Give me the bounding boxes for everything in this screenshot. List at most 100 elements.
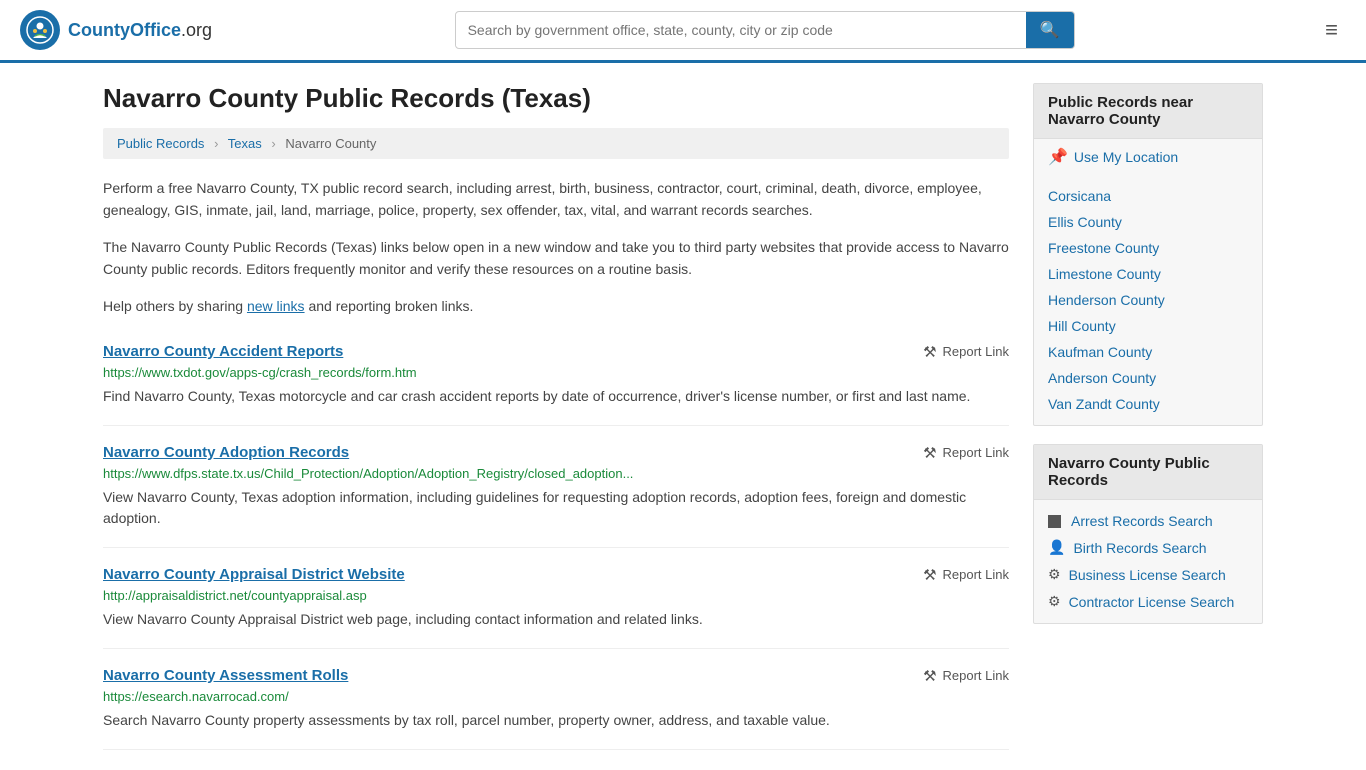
report-link-button[interactable]: ⚒ Report Link bbox=[923, 444, 1009, 462]
sidebar-nearby-link[interactable]: Corsicana bbox=[1048, 188, 1111, 204]
report-link-label: Report Link bbox=[943, 567, 1009, 582]
main-layout: Navarro County Public Records (Texas) Pu… bbox=[83, 63, 1283, 770]
record-header: Navarro County Accident Reports ⚒ Report… bbox=[103, 343, 1009, 361]
new-links-link[interactable]: new links bbox=[247, 298, 305, 314]
record-desc: View Navarro County Appraisal District w… bbox=[103, 609, 1009, 630]
logo-icon bbox=[20, 10, 60, 50]
breadcrumb-texas[interactable]: Texas bbox=[228, 136, 262, 151]
navarro-records-title: Navarro County Public Records bbox=[1034, 445, 1262, 500]
record-title-link[interactable]: Navarro County Assessment Rolls bbox=[103, 667, 348, 684]
breadcrumb-sep-1: › bbox=[214, 136, 218, 151]
logo-text: CountyOffice.org bbox=[68, 20, 212, 41]
record-item: Navarro County Appraisal District Websit… bbox=[103, 548, 1009, 649]
record-url: https://esearch.navarrocad.com/ bbox=[103, 689, 1009, 704]
breadcrumb: Public Records › Texas › Navarro County bbox=[103, 128, 1009, 159]
record-desc: Search Navarro County property assessmen… bbox=[103, 710, 1009, 731]
sidebar-record-link[interactable]: Contractor License Search bbox=[1069, 594, 1235, 610]
report-link-button[interactable]: ⚒ Report Link bbox=[923, 667, 1009, 685]
sidebar-nearby-link[interactable]: Ellis County bbox=[1048, 214, 1122, 230]
sidebar-nearby-link[interactable]: Anderson County bbox=[1048, 370, 1156, 386]
sidebar-nearby-item: Anderson County bbox=[1034, 365, 1262, 391]
logo-org: .org bbox=[181, 20, 212, 40]
page-title: Navarro County Public Records (Texas) bbox=[103, 83, 1009, 114]
search-icon: 🔍 bbox=[1040, 22, 1060, 39]
sidebar-record-item: ⚙ Business License Search bbox=[1034, 561, 1262, 588]
breadcrumb-public-records[interactable]: Public Records bbox=[117, 136, 204, 151]
logo-brand: CountyOffice bbox=[68, 20, 181, 40]
nearby-list: Corsicana Ellis County Freestone County Lim… bbox=[1034, 175, 1262, 425]
intro-text-1: Perform a free Navarro County, TX public… bbox=[103, 177, 1009, 222]
sidebar-nearby-item: Henderson County bbox=[1034, 287, 1262, 313]
header: CountyOffice.org 🔍 ≡ bbox=[0, 0, 1366, 63]
square-icon bbox=[1048, 515, 1061, 528]
record-title-link[interactable]: Navarro County Accident Reports bbox=[103, 343, 343, 360]
sidebar-nearby-item: Ellis County bbox=[1034, 209, 1262, 235]
person-icon: 👤 bbox=[1048, 539, 1065, 556]
record-title-link[interactable]: Navarro County Appraisal District Websit… bbox=[103, 566, 405, 583]
record-item: Navarro County Accident Reports ⚒ Report… bbox=[103, 325, 1009, 426]
sidebar-nearby-link[interactable]: Limestone County bbox=[1048, 266, 1161, 282]
sidebar-nearby-item: Van Zandt County bbox=[1034, 391, 1262, 417]
sidebar-nearby-item: Freestone County bbox=[1034, 235, 1262, 261]
sidebar-nearby-item: Hill County bbox=[1034, 313, 1262, 339]
breadcrumb-sep-2: › bbox=[271, 136, 275, 151]
report-icon: ⚒ bbox=[923, 566, 936, 584]
navarro-records-section: Navarro County Public Records Arrest Rec… bbox=[1033, 444, 1263, 624]
sidebar-nearby-link[interactable]: Hill County bbox=[1048, 318, 1116, 334]
sidebar-nearby-item: Corsicana bbox=[1034, 183, 1262, 209]
gear-icon: ⚙ bbox=[1048, 566, 1061, 583]
logo-svg bbox=[26, 16, 54, 44]
navarro-records-list: Arrest Records Search 👤 Birth Records Sear… bbox=[1034, 500, 1262, 623]
sidebar-record-item: Arrest Records Search bbox=[1034, 508, 1262, 534]
sidebar-record-item: 👤 Birth Records Search bbox=[1034, 534, 1262, 561]
location-pin-icon: 📌 bbox=[1048, 147, 1068, 167]
report-link-button[interactable]: ⚒ Report Link bbox=[923, 566, 1009, 584]
search-bar-area: 🔍 bbox=[455, 11, 1075, 49]
search-button[interactable]: 🔍 bbox=[1026, 12, 1074, 48]
intro3-suffix: and reporting broken links. bbox=[305, 298, 474, 314]
record-url: http://appraisaldistrict.net/countyappra… bbox=[103, 588, 1009, 603]
right-sidebar: Public Records near Navarro County 📌 Use… bbox=[1033, 83, 1263, 750]
sidebar-record-link[interactable]: Arrest Records Search bbox=[1071, 513, 1213, 529]
record-item: Navarro County Assessment Rolls ⚒ Report… bbox=[103, 649, 1009, 750]
report-icon: ⚒ bbox=[923, 343, 936, 361]
record-url: https://www.txdot.gov/apps-cg/crash_reco… bbox=[103, 365, 1009, 380]
gear-icon: ⚙ bbox=[1048, 593, 1061, 610]
breadcrumb-navarro: Navarro County bbox=[285, 136, 376, 151]
record-header: Navarro County Adoption Records ⚒ Report… bbox=[103, 444, 1009, 462]
intro-text-2: The Navarro County Public Records (Texas… bbox=[103, 236, 1009, 281]
sidebar-record-link[interactable]: Business License Search bbox=[1069, 567, 1226, 583]
sidebar-nearby-link[interactable]: Henderson County bbox=[1048, 292, 1165, 308]
use-location-label: Use My Location bbox=[1074, 149, 1178, 165]
report-icon: ⚒ bbox=[923, 667, 936, 685]
records-list: Navarro County Accident Reports ⚒ Report… bbox=[103, 325, 1009, 750]
left-content: Navarro County Public Records (Texas) Pu… bbox=[103, 83, 1009, 750]
use-location-button[interactable]: 📌 Use My Location bbox=[1034, 139, 1262, 175]
report-link-button[interactable]: ⚒ Report Link bbox=[923, 343, 1009, 361]
record-desc: Find Navarro County, Texas motorcycle an… bbox=[103, 386, 1009, 407]
record-desc: View Navarro County, Texas adoption info… bbox=[103, 487, 1009, 529]
logo-area: CountyOffice.org bbox=[20, 10, 212, 50]
intro3-prefix: Help others by sharing bbox=[103, 298, 247, 314]
intro-text-3: Help others by sharing new links and rep… bbox=[103, 295, 1009, 317]
record-item: Navarro County Adoption Records ⚒ Report… bbox=[103, 426, 1009, 548]
record-header: Navarro County Appraisal District Websit… bbox=[103, 566, 1009, 584]
report-icon: ⚒ bbox=[923, 444, 936, 462]
sidebar-nearby-link[interactable]: Kaufman County bbox=[1048, 344, 1152, 360]
sidebar-nearby-item: Limestone County bbox=[1034, 261, 1262, 287]
menu-button[interactable]: ≡ bbox=[1317, 13, 1346, 47]
sidebar-nearby-item: Kaufman County bbox=[1034, 339, 1262, 365]
report-link-label: Report Link bbox=[943, 445, 1009, 460]
sidebar-nearby-link[interactable]: Freestone County bbox=[1048, 240, 1159, 256]
hamburger-icon: ≡ bbox=[1325, 17, 1338, 42]
sidebar-nearby-link[interactable]: Van Zandt County bbox=[1048, 396, 1160, 412]
report-link-label: Report Link bbox=[943, 668, 1009, 683]
report-link-label: Report Link bbox=[943, 344, 1009, 359]
sidebar-record-link[interactable]: Birth Records Search bbox=[1073, 540, 1206, 556]
record-header: Navarro County Assessment Rolls ⚒ Report… bbox=[103, 667, 1009, 685]
record-url: https://www.dfps.state.tx.us/Child_Prote… bbox=[103, 466, 1009, 481]
search-input[interactable] bbox=[456, 14, 1026, 46]
record-title-link[interactable]: Navarro County Adoption Records bbox=[103, 444, 349, 461]
nearby-title: Public Records near Navarro County bbox=[1034, 84, 1262, 139]
nearby-section: Public Records near Navarro County 📌 Use… bbox=[1033, 83, 1263, 426]
